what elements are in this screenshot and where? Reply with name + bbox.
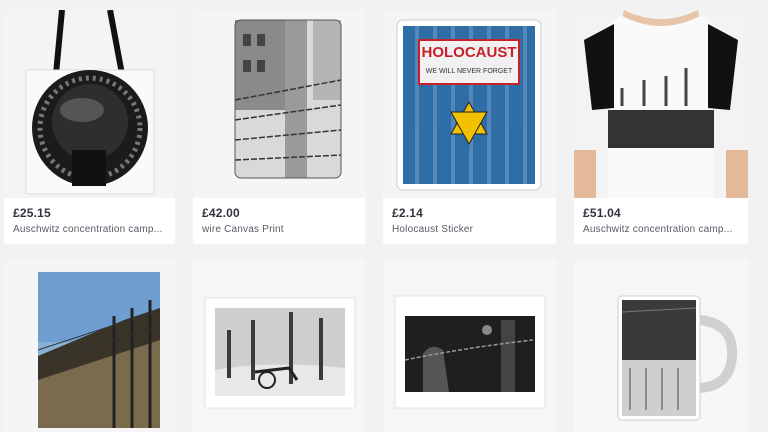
product-card-mug[interactable] <box>574 260 748 432</box>
sticker-subline: WE WILL NEVER FORGET <box>425 68 513 75</box>
product-title[interactable]: wire Canvas Print <box>202 224 357 235</box>
product-info: £25.15 Auschwitz concentration camp... <box>4 198 175 244</box>
product-card-canvas-print[interactable]: £42.00 wire Canvas Print <box>193 10 365 244</box>
tshirt-image[interactable] <box>574 10 748 198</box>
canvas-print-image[interactable] <box>193 10 365 198</box>
product-info: £42.00 wire Canvas Print <box>193 198 365 244</box>
canvas-fence-image[interactable] <box>4 260 175 432</box>
product-price: £2.14 <box>392 206 424 220</box>
product-title[interactable]: Auschwitz concentration camp... <box>583 224 740 235</box>
art-print-wheelbarrow-image[interactable] <box>193 260 365 432</box>
mug-image[interactable] <box>574 260 748 432</box>
sticker-headline: HOLOCAUST <box>421 44 517 61</box>
tote-bag-image[interactable] <box>4 10 175 198</box>
sticker-image[interactable]: HOLOCAUST WE WILL NEVER FORGET <box>383 10 556 198</box>
product-card-tshirt[interactable]: £51.04 Auschwitz concentration camp... <box>574 10 748 244</box>
product-title[interactable]: Auschwitz concentration camp... <box>13 224 167 235</box>
product-price: £51.04 <box>583 206 621 220</box>
product-info: £51.04 Auschwitz concentration camp... <box>574 198 748 244</box>
product-price: £25.15 <box>13 206 51 220</box>
product-info: £2.14 Holocaust Sticker <box>383 198 556 244</box>
product-card-art-print[interactable] <box>193 260 365 432</box>
product-title[interactable]: Holocaust Sticker <box>392 224 548 235</box>
art-print-wire-image[interactable] <box>383 260 556 432</box>
product-card-tote-bag[interactable]: £25.15 Auschwitz concentration camp... <box>4 10 175 244</box>
product-card-canvas-print-fence[interactable] <box>4 260 175 432</box>
product-card-sticker[interactable]: HOLOCAUST WE WILL NEVER FORGET £2.14 Hol… <box>383 10 556 244</box>
product-grid: £25.15 Auschwitz concentration camp... £… <box>0 0 768 432</box>
product-price: £42.00 <box>202 206 240 220</box>
product-card-art-print-wire[interactable] <box>383 260 556 432</box>
